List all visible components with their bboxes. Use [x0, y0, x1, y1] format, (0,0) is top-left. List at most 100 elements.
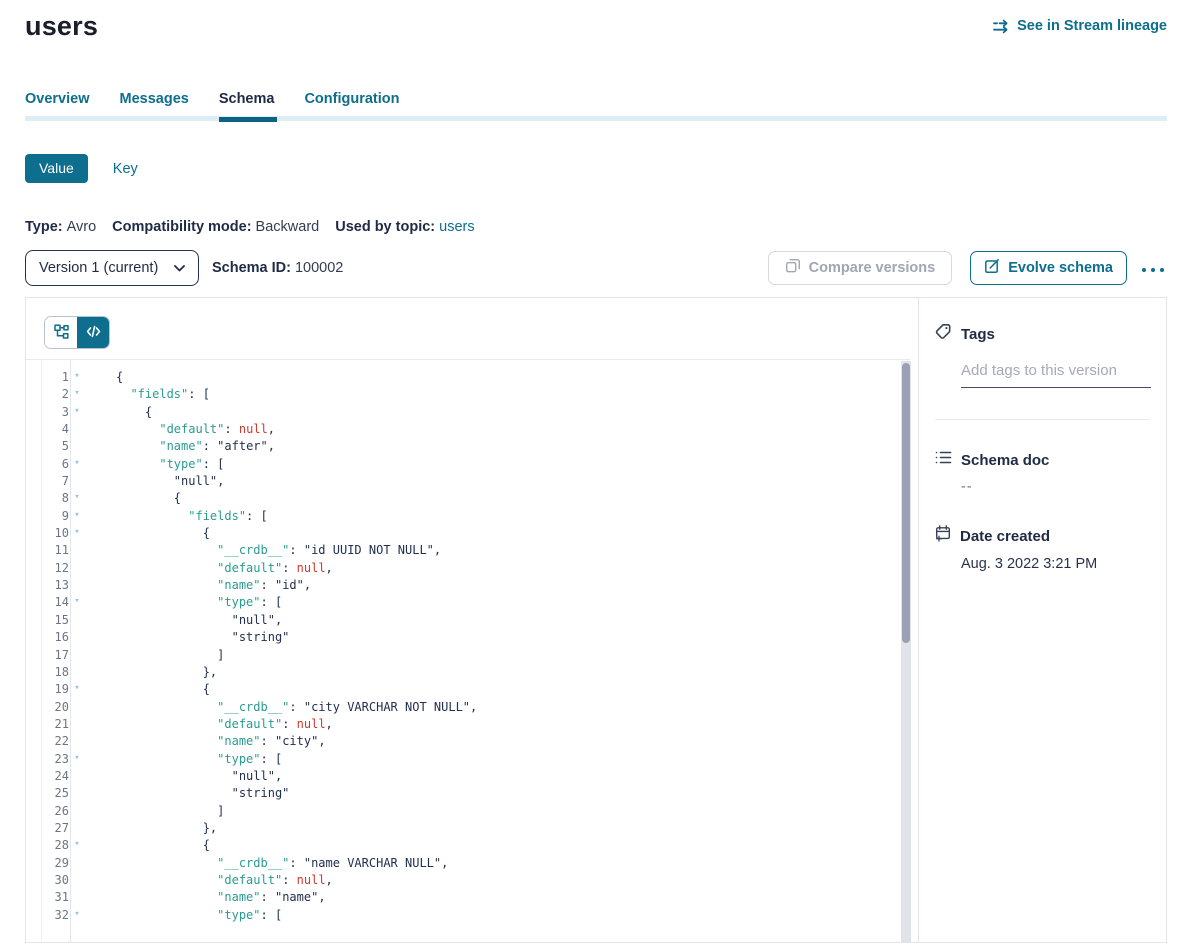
code-line: 32▾ "type": [	[26, 907, 911, 924]
add-tags-input[interactable]	[961, 362, 1151, 388]
code-line: 1▾{	[26, 369, 911, 386]
editor-scrollbar[interactable]	[901, 361, 911, 942]
tree-view-button[interactable]	[45, 317, 77, 348]
fold-arrow-icon[interactable]: ▾	[69, 507, 85, 524]
line-number: 5	[41, 438, 69, 455]
fold-arrow-icon[interactable]: ▾	[69, 524, 85, 541]
schema-sidebar: Tags Schema doc --	[919, 298, 1166, 942]
fold-arrow-icon[interactable]: ▾	[69, 836, 85, 853]
line-number: 16	[41, 629, 69, 646]
more-actions-button[interactable]	[1139, 257, 1167, 280]
list-icon	[935, 450, 952, 470]
key-tab[interactable]: Key	[113, 161, 138, 177]
line-number: 30	[41, 872, 69, 889]
sidebar-divider	[935, 419, 1150, 420]
line-number: 26	[41, 803, 69, 820]
line-number: 3	[41, 404, 69, 421]
version-dropdown[interactable]: Version 1 (current)	[25, 250, 199, 286]
code-line: 23▾ "type": [	[26, 751, 911, 768]
code-line: 14▾ "type": [	[26, 594, 911, 611]
topic-link[interactable]: users	[439, 219, 474, 235]
meta-type: Type:Avro	[25, 219, 96, 235]
fold-arrow-icon[interactable]: ▾	[69, 455, 85, 472]
fold-arrow-icon[interactable]: ▾	[69, 593, 85, 610]
code-line: 26▾ ]	[26, 803, 911, 820]
line-number: 28	[41, 837, 69, 854]
code-editor: 1▾{2▾ "fields": [3▾ {4▾ "default": null,…	[26, 359, 911, 942]
line-number: 20	[41, 699, 69, 716]
code-line: 7▾ "null",	[26, 473, 911, 490]
schema-id: Schema ID:100002	[212, 260, 343, 276]
editor-view-toggle	[44, 316, 110, 349]
schema-page: users See in Stream lineage OverviewMess…	[0, 8, 1189, 943]
ellipsis-icon	[1141, 261, 1165, 276]
value-tab[interactable]: Value	[25, 154, 88, 183]
schema-doc-section: Schema doc --	[935, 450, 1150, 495]
compare-versions-icon	[785, 258, 801, 278]
code-line: 20▾ "__crdb__": "city VARCHAR NOT NULL",	[26, 699, 911, 716]
schema-id-value: 100002	[295, 260, 343, 276]
line-number: 13	[41, 577, 69, 594]
code-rows: 1▾{2▾ "fields": [3▾ {4▾ "default": null,…	[26, 360, 911, 924]
line-number: 25	[41, 785, 69, 802]
code-line: 12▾ "default": null,	[26, 560, 911, 577]
meta-topic: Used by topic:users	[335, 219, 474, 235]
line-number: 1	[41, 369, 69, 386]
line-number: 6	[41, 456, 69, 473]
code-line: 18▾ },	[26, 664, 911, 681]
date-created-header: Date created	[935, 525, 1150, 547]
schema-doc-header: Schema doc	[935, 450, 1150, 470]
stream-lineage-link[interactable]: See in Stream lineage	[992, 18, 1167, 34]
fold-arrow-icon[interactable]: ▾	[69, 489, 85, 506]
tree-view-icon	[54, 324, 69, 342]
editor-scrollbar-thumb[interactable]	[902, 363, 910, 643]
calendar-plus-icon	[935, 525, 951, 547]
chevron-down-icon	[174, 260, 185, 276]
code-line: 11▾ "__crdb__": "id UUID NOT NULL",	[26, 542, 911, 559]
schema-meta: Type:Avro Compatibility mode:Backward Us…	[25, 219, 1167, 235]
fold-arrow-icon[interactable]: ▾	[69, 368, 85, 385]
line-number: 19	[41, 681, 69, 698]
schema-doc-title: Schema doc	[961, 452, 1049, 469]
code-line: 16▾ "string"	[26, 629, 911, 646]
fold-arrow-icon[interactable]: ▾	[69, 750, 85, 767]
code-line: 17▾ ]	[26, 647, 911, 664]
meta-compatibility-label: Compatibility mode:	[112, 219, 251, 235]
line-number: 14	[41, 594, 69, 611]
line-number: 21	[41, 716, 69, 733]
line-number: 22	[41, 733, 69, 750]
fold-arrow-icon[interactable]: ▾	[69, 385, 85, 402]
schema-card: 1▾{2▾ "fields": [3▾ {4▾ "default": null,…	[25, 297, 1167, 943]
stream-lineage-label: See in Stream lineage	[1017, 18, 1167, 34]
meta-type-value: Avro	[67, 219, 97, 235]
line-number: 4	[41, 421, 69, 438]
code-view-button[interactable]	[77, 317, 109, 348]
compare-versions-button[interactable]: Compare versions	[768, 251, 953, 285]
fold-arrow-icon[interactable]: ▾	[69, 680, 85, 697]
code-line: 27▾ },	[26, 820, 911, 837]
tag-icon	[935, 323, 952, 345]
date-created-title: Date created	[960, 528, 1050, 545]
line-number: 31	[41, 889, 69, 906]
code-line: 9▾ "fields": [	[26, 508, 911, 525]
code-line: 19▾ {	[26, 681, 911, 698]
code-line: 10▾ {	[26, 525, 911, 542]
code-line: 28▾ {	[26, 837, 911, 854]
line-number: 15	[41, 612, 69, 629]
tags-title: Tags	[961, 326, 995, 343]
line-number: 23	[41, 751, 69, 768]
gutter-separator	[70, 360, 71, 942]
meta-type-label: Type:	[25, 219, 63, 235]
evolve-schema-button[interactable]: Evolve schema	[970, 251, 1127, 285]
line-number: 8	[41, 490, 69, 507]
tab-schema[interactable]: Schema	[219, 91, 275, 122]
fold-arrow-icon[interactable]: ▾	[69, 906, 85, 923]
gutter-left-edge	[41, 360, 42, 942]
line-number: 29	[41, 855, 69, 872]
schema-doc-value: --	[961, 479, 1150, 495]
fold-arrow-icon[interactable]: ▾	[69, 403, 85, 420]
schema-id-label: Schema ID:	[212, 260, 291, 276]
code-line: 13▾ "name": "id",	[26, 577, 911, 594]
code-line: 4▾ "default": null,	[26, 421, 911, 438]
code-line: 22▾ "name": "city",	[26, 733, 911, 750]
